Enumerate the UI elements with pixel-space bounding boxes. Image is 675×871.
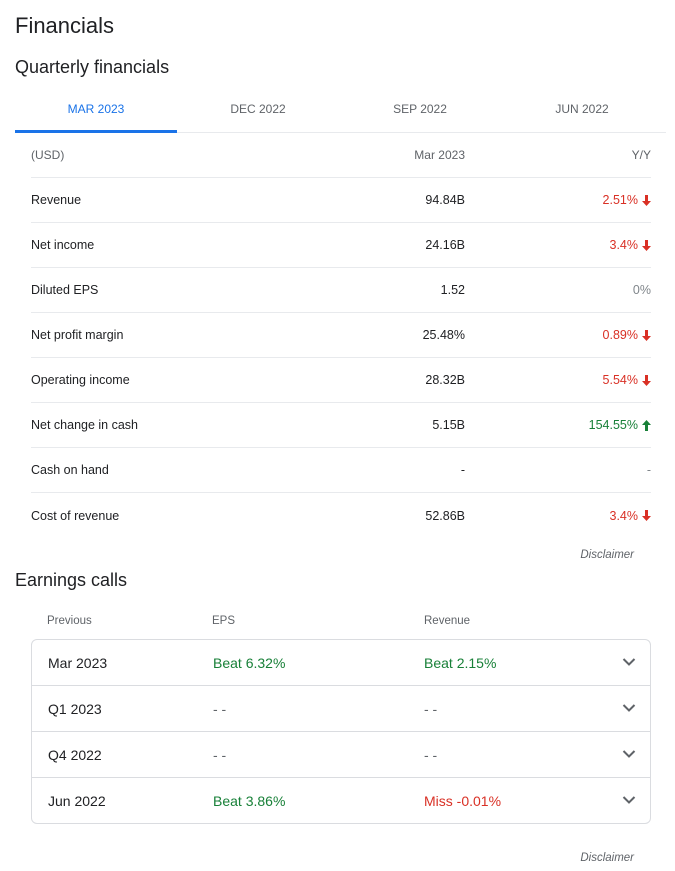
metric-change: 154.55% (465, 418, 651, 432)
earnings-row-jun-2022[interactable]: Jun 2022 Beat 3.86% Miss -0.01% (32, 778, 650, 823)
financial-row-net-profit-margin: Net profit margin 25.48% 0.89% (31, 313, 651, 358)
metric-label: Net profit margin (31, 328, 124, 342)
metric-label: Cost of revenue (31, 508, 120, 523)
change-value: 5.54% (602, 373, 638, 387)
change-value: 2.51% (602, 193, 638, 207)
change-value: 3.4% (609, 508, 639, 523)
change-value: 3.4% (609, 238, 639, 252)
table-header-row: (USD) Mar 2023 Y/Y (31, 133, 651, 178)
quarterly-financials-title: Quarterly financials (15, 57, 170, 77)
earnings-period: Jun 2022 (48, 793, 106, 809)
eps-column-header: EPS (212, 615, 236, 627)
arrow-down-icon (642, 239, 651, 251)
metric-label: Net income (31, 238, 95, 252)
earnings-list: Mar 2023 Beat 6.32% Beat 2.15% Q1 2023 - - - … (31, 639, 651, 824)
financial-row-cost-of-revenue: Cost of revenue 52.86B 3.4% (31, 493, 651, 538)
financial-row-cash-on-hand: Cash on hand - - (31, 448, 651, 493)
metric-label: Operating income (31, 373, 130, 387)
financials-table: (USD) Mar 2023 Y/Y Revenue 94.84B 2.51% Net… (31, 133, 651, 538)
chevron-down-icon[interactable] (622, 657, 636, 667)
tab-sep-2022[interactable]: SEP 2022 (339, 86, 501, 132)
earnings-period: Q1 2023 (48, 701, 102, 717)
metric-value: 28.32B (425, 373, 465, 387)
financial-row-net-change-in-cash: Net change in cash 5.15B 154.55% (31, 403, 651, 448)
metric-label: Net change in cash (31, 418, 139, 432)
metric-value: 24.16B (425, 238, 465, 252)
yoy-column-header: Y/Y (631, 148, 651, 162)
period-column-header: Mar 2023 (414, 148, 465, 162)
earnings-eps: - - (213, 701, 227, 717)
page-title: Financials (15, 13, 115, 38)
metric-change: 2.51% (465, 193, 651, 207)
currency-label: (USD) (31, 148, 65, 162)
metric-change: 0.89% (465, 328, 651, 342)
earnings-row-q1-2023[interactable]: Q1 2023 - - - - (32, 686, 650, 732)
metric-change: 3.4% (465, 238, 651, 252)
chevron-down-icon[interactable] (622, 703, 636, 713)
metric-change: 0% (465, 283, 651, 297)
metric-change: - (465, 463, 651, 477)
earnings-revenue: Miss -0.01% (424, 793, 502, 809)
earnings-row-mar-2023[interactable]: Mar 2023 Beat 6.32% Beat 2.15% (32, 640, 650, 686)
metric-value: - (460, 463, 465, 477)
earnings-period: Mar 2023 (48, 655, 108, 671)
change-value: 0% (632, 283, 651, 297)
arrow-up-icon (642, 419, 651, 431)
metric-value: 1.52 (440, 283, 465, 297)
earnings-row-q4-2022[interactable]: Q4 2022 - - - - (32, 732, 650, 778)
period-tabs: MAR 2023 DEC 2022 SEP 2022 JUN 2022 (15, 86, 666, 133)
disclaimer-link[interactable]: Disclaimer (580, 852, 634, 864)
earnings-revenue: - - (424, 701, 438, 717)
metric-label: Diluted EPS (31, 283, 99, 297)
earnings-revenue: Beat 2.15% (424, 655, 497, 671)
earnings-revenue: - - (424, 747, 438, 763)
financial-row-net-income: Net income 24.16B 3.4% (31, 223, 651, 268)
tab-jun-2022[interactable]: JUN 2022 (501, 86, 663, 132)
financial-row-operating-income: Operating income 28.32B 5.54% (31, 358, 651, 403)
tab-mar-2023[interactable]: MAR 2023 (15, 86, 177, 133)
earnings-header: Previous EPS Revenue (31, 612, 651, 632)
change-value: 154.55% (588, 418, 638, 432)
metric-change: 5.54% (465, 373, 651, 387)
metric-value: 94.84B (425, 193, 465, 207)
previous-column-header: Previous (47, 615, 92, 627)
arrow-down-icon (642, 194, 651, 206)
chevron-down-icon[interactable] (622, 795, 636, 805)
earnings-eps: Beat 6.32% (213, 655, 286, 671)
metric-label: Revenue (31, 193, 82, 207)
disclaimer-link[interactable]: Disclaimer (580, 549, 634, 561)
change-value: 0.89% (602, 328, 638, 342)
metric-value: 5.15B (432, 418, 465, 432)
chevron-down-icon[interactable] (622, 749, 636, 759)
change-value: - (646, 463, 651, 477)
metric-value: 25.48% (422, 328, 465, 342)
earnings-calls-title: Earnings calls (15, 570, 128, 590)
financial-row-revenue: Revenue 94.84B 2.51% (31, 178, 651, 223)
financial-row-diluted-eps: Diluted EPS 1.52 0% (31, 268, 651, 313)
earnings-period: Q4 2022 (48, 747, 102, 763)
arrow-down-icon (642, 329, 651, 341)
metric-label: Cash on hand (31, 463, 109, 477)
earnings-eps: Beat 3.86% (213, 793, 286, 809)
earnings-eps: - - (213, 747, 227, 763)
revenue-column-header: Revenue (424, 615, 471, 627)
arrow-down-icon (642, 510, 651, 521)
tab-dec-2022[interactable]: DEC 2022 (177, 86, 339, 132)
metric-change: 3.4% (465, 509, 651, 523)
arrow-down-icon (642, 374, 651, 386)
metric-value: 52.86B (425, 508, 465, 523)
